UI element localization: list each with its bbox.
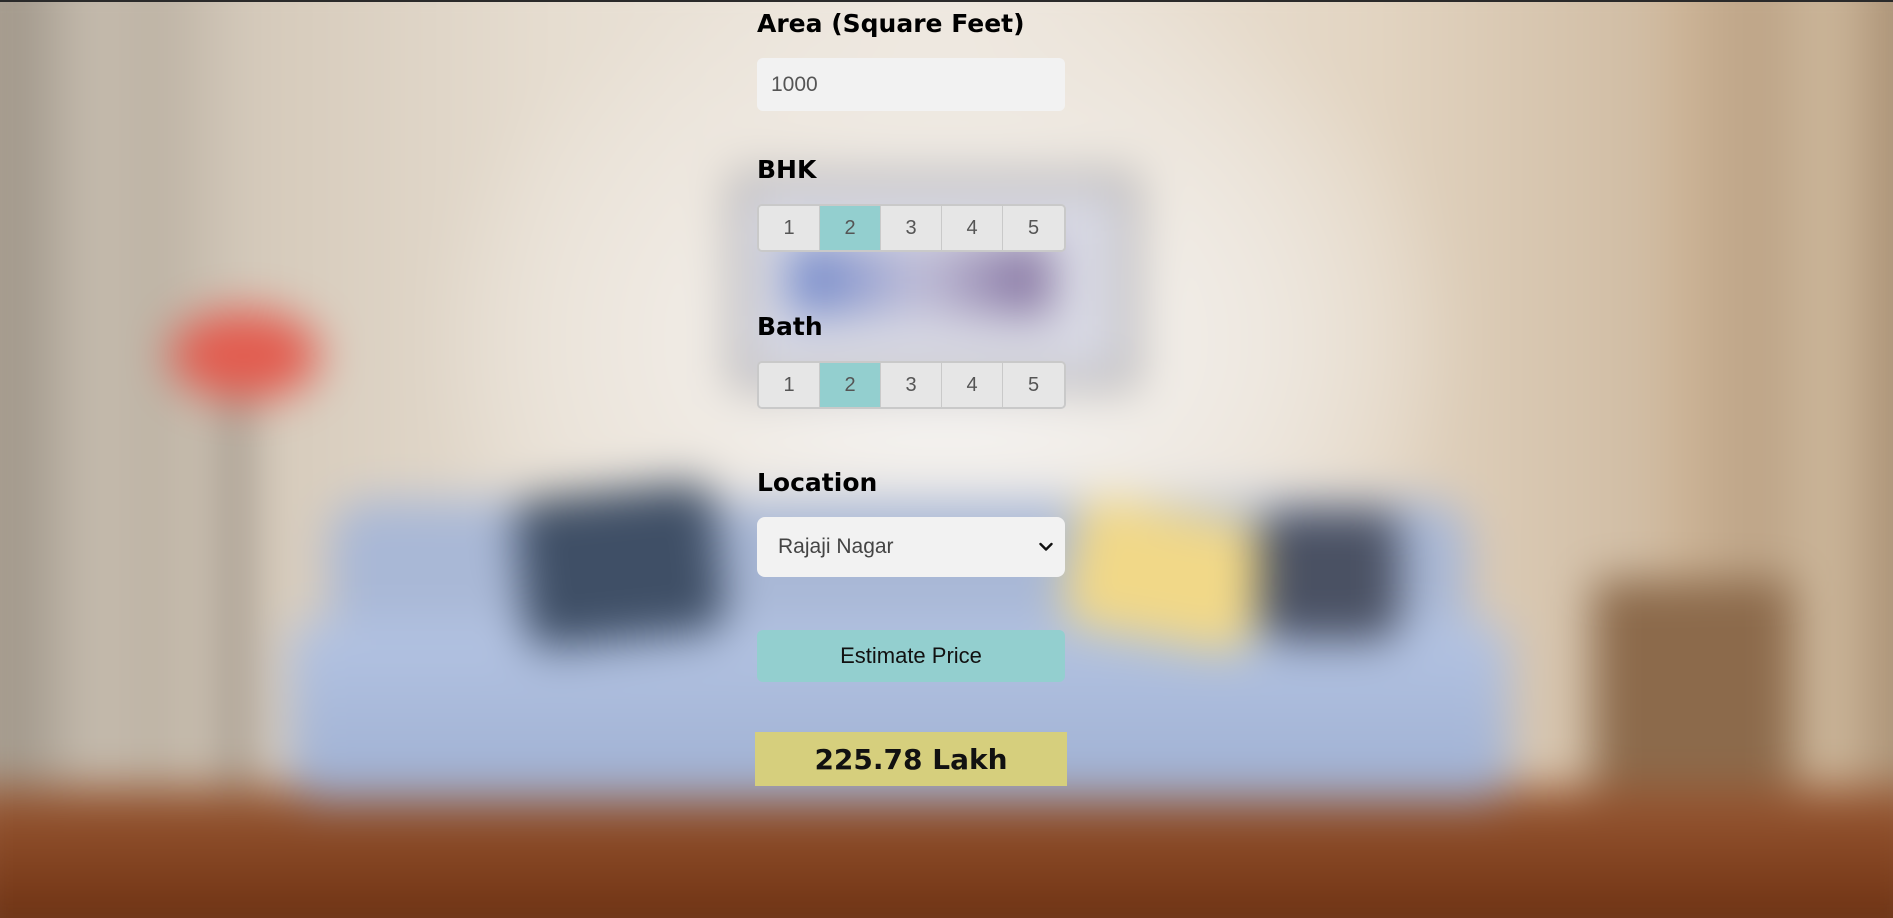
location-label: Location bbox=[757, 468, 878, 497]
bhk-option-2[interactable]: 2 bbox=[820, 206, 881, 250]
bath-selector: 1 2 3 4 5 bbox=[757, 361, 1066, 409]
location-selected-value: Rajaji Nagar bbox=[778, 535, 894, 558]
bhk-selector: 1 2 3 4 5 bbox=[757, 204, 1066, 252]
bath-option-4[interactable]: 4 bbox=[942, 363, 1003, 407]
bhk-option-4[interactable]: 4 bbox=[942, 206, 1003, 250]
bhk-option-1[interactable]: 1 bbox=[759, 206, 820, 250]
area-input[interactable] bbox=[757, 58, 1065, 111]
bhk-option-5[interactable]: 5 bbox=[1003, 206, 1064, 250]
bhk-label: BHK bbox=[757, 155, 817, 184]
bath-option-5[interactable]: 5 bbox=[1003, 363, 1064, 407]
location-select[interactable]: Rajaji Nagar bbox=[757, 517, 1065, 577]
area-label: Area (Square Feet) bbox=[757, 9, 1025, 38]
bath-option-3[interactable]: 3 bbox=[881, 363, 942, 407]
chevron-down-icon bbox=[1037, 538, 1055, 556]
estimated-price-result: 225.78 Lakh bbox=[755, 732, 1067, 786]
bhk-option-3[interactable]: 3 bbox=[881, 206, 942, 250]
bath-label: Bath bbox=[757, 312, 823, 341]
bath-option-1[interactable]: 1 bbox=[759, 363, 820, 407]
estimate-price-button[interactable]: Estimate Price bbox=[757, 630, 1065, 682]
bath-option-2[interactable]: 2 bbox=[820, 363, 881, 407]
